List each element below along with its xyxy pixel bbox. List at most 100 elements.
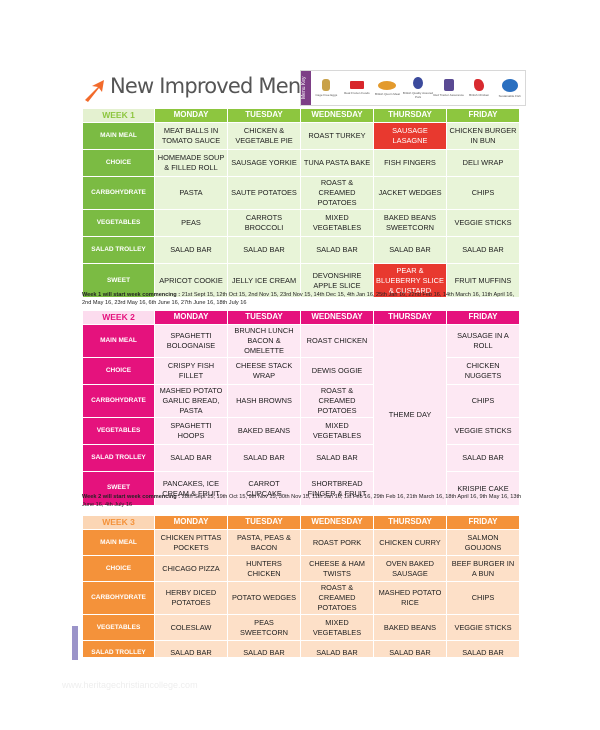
logo-cage-free-eggs: Cage Free Eggs — [311, 79, 342, 97]
day-monday: MONDAY — [154, 309, 228, 326]
menu-cell: CHIPS — [446, 384, 520, 419]
logo-sustainable-fish: Sustainable Fish — [494, 78, 525, 98]
menu-cell: DEWIS OGGIE — [300, 357, 374, 386]
week-1-header-row: WEEK 1 MONDAY TUESDAY WEDNESDAY THURSDAY… — [82, 107, 520, 124]
row-label: VEGETABLES — [82, 614, 155, 642]
menu-row-choice: CHOICE CHICAGO PIZZA HUNTERS CHICKEN CHEESE… — [82, 555, 520, 583]
menu-cell: BAKED BEANS — [373, 614, 447, 642]
row-label: SALAD TROLLEY — [82, 640, 155, 657]
real-frozen-foods-icon — [349, 81, 364, 89]
menu-cell: PEAS SWEETCORN — [227, 614, 301, 642]
row-label: CHOICE — [82, 357, 155, 386]
menu-cell: ROAST & CREAMED POTATOES — [300, 176, 374, 211]
menu-cell: SAUSAGE IN A ROLL — [446, 324, 520, 359]
week-2-note-label: Week 2 will start week commencing : — [82, 494, 181, 500]
menu-row-salad-trolley: SALAD TROLLEY SALAD BAR SALAD BAR SALAD BAR… — [82, 640, 520, 657]
menu-row-salad-trolley: SALAD TROLLEY SALAD BAR SALAD BAR SALAD BAR… — [82, 236, 520, 265]
menu-row-main-meal: MAIN MEAL MEAT BALLS IN TOMATO SAUCE CHICK… — [82, 122, 520, 151]
watermark: www.heritagechristiancollege.com — [62, 680, 198, 690]
logo-red-tractor: Red Tractor Assurance — [433, 79, 464, 97]
red-tractor-icon — [443, 79, 454, 91]
menu-cell: SAUSAGE YORKIE — [227, 149, 301, 178]
menu-cell: SALMON GOUJONS — [446, 529, 520, 557]
menu-cell: CHICKEN PITTAS POCKETS — [154, 529, 228, 557]
row-label: MAIN MEAL — [82, 122, 155, 151]
page-edge — [72, 626, 78, 660]
week-2-table: WEEK 2 MONDAY TUESDAY WEDNESDAY THURSDAY… — [82, 309, 520, 507]
row-label: VEGETABLES — [82, 417, 155, 446]
row-label: VEGETABLES — [82, 209, 155, 238]
menu-cell: PASTA — [154, 176, 228, 211]
menu-cell: SALAD BAR — [300, 236, 374, 265]
menu-cell: MASHED POTATO RICE — [373, 581, 447, 616]
menu-cell: SALAD BAR — [300, 640, 374, 657]
week-1-note: Week 1 will start week commencing : 21st… — [82, 292, 522, 308]
week-label: WEEK 3 — [82, 515, 155, 531]
day-wednesday: WEDNESDAY — [300, 107, 374, 124]
menu-cell: MASHED POTATO GARLIC BREAD, PASTA — [154, 384, 228, 419]
menu-cell: SALAD BAR — [373, 236, 447, 265]
menu-cell: ROAST TURKEY — [300, 122, 374, 151]
menu-cell: BAKED BEANS — [227, 417, 301, 446]
menu-cell-theme-day: THEME DAY — [373, 324, 447, 507]
cage-free-eggs-icon — [322, 79, 331, 91]
menu-cell: HERBY DICED POTATOES — [154, 581, 228, 616]
menu-cell: SALAD BAR — [154, 444, 228, 473]
week-3-table: WEEK 3 MONDAY TUESDAY WEDNESDAY THURSDAY… — [82, 515, 520, 657]
menu-cell: VEGGIE STICKS — [446, 614, 520, 642]
menu-cell: MIXED VEGETABLES — [300, 614, 374, 642]
menu-cell: SALAD BAR — [446, 236, 520, 265]
menu-header: New Improved Menus Menu Key Cage Free Eg… — [78, 68, 526, 108]
menu-cell: PEAS — [154, 209, 228, 238]
day-friday: FRIDAY — [446, 107, 520, 124]
row-label: CARBOHYDRATE — [82, 384, 155, 419]
menu-cell: SALAD BAR — [227, 640, 301, 657]
quality-pork-icon — [413, 77, 424, 89]
day-friday: FRIDAY — [446, 309, 520, 326]
menu-cell: SALAD BAR — [154, 236, 228, 265]
menu-cell: VEGGIE STICKS — [446, 209, 520, 238]
week-label: WEEK 1 — [82, 107, 155, 124]
menu-cell: SALAD BAR — [300, 444, 374, 473]
menu-cell: OVEN BAKED SAUSAGE — [373, 555, 447, 583]
week-1-note-label: Week 1 will start week commencing : — [82, 292, 181, 298]
menu-cell: SALAD BAR — [446, 444, 520, 473]
menu-cell: SPAGHETTI BOLOGNAISE — [154, 324, 228, 359]
row-label: MAIN MEAL — [82, 324, 155, 359]
menu-cell: HOMEMADE SOUP & FILLED ROLL — [154, 149, 228, 178]
menu-cell: MIXED VEGETABLES — [300, 417, 374, 446]
menu-row-main-meal: MAIN MEAL SPAGHETTI BOLOGNAISE BRUNCH LUNC… — [82, 324, 520, 507]
row-label: MAIN MEAL — [82, 529, 155, 557]
menu-cell: CHICKEN NUGGETS — [446, 357, 520, 386]
menu-cell: MEAT BALLS IN TOMATO SAUCE — [154, 122, 228, 151]
menu-cell: HUNTERS CHICKEN — [227, 555, 301, 583]
menu-row-vegetables: VEGETABLES PEAS CARROTS BROCCOLI MIXED VEGE… — [82, 209, 520, 238]
row-label: CARBOHYDRATE — [82, 581, 155, 616]
row-label: SALAD TROLLEY — [82, 444, 155, 473]
menu-cell: SALAD BAR — [446, 640, 520, 657]
quorn-icon — [378, 80, 397, 90]
menu-cell: DELI WRAP — [446, 149, 520, 178]
menu-row-choice: CHOICE CRISPY FISH FILLET CHEESE STACK WRA… — [82, 357, 520, 386]
menu-cell: ROAST CHICKEN — [300, 324, 374, 359]
menu-cell: HASH BROWNS — [227, 384, 301, 419]
menu-cell: CARROTS BROCCOLI — [227, 209, 301, 238]
day-tuesday: TUESDAY — [227, 309, 301, 326]
menu-cell: CHIPS — [446, 176, 520, 211]
menu-row-salad-trolley: SALAD TROLLEY SALAD BAR SALAD BAR SALAD BAR… — [82, 444, 520, 473]
menu-cell: CHIPS — [446, 581, 520, 616]
menu-cell: ROAST & CREAMED POTATOES — [300, 384, 374, 419]
menu-cell: COLESLAW — [154, 614, 228, 642]
arrow-icon — [85, 80, 104, 102]
menu-cell: VEGGIE STICKS — [446, 417, 520, 446]
logo-key: Menu Key Cage Free Eggs Real Frozen Food… — [300, 70, 526, 106]
menu-cell: BRUNCH LUNCH BACON & OMELETTE — [227, 324, 301, 359]
menu-row-choice: CHOICE HOMEMADE SOUP & FILLED ROLL SAUSAGE… — [82, 149, 520, 178]
menu-cell: CRISPY FISH FILLET — [154, 357, 228, 386]
menu-cell: TUNA PASTA BAKE — [300, 149, 374, 178]
menu-row-vegetables: VEGETABLES SPAGHETTI HOOPS BAKED BEANS MIXE… — [82, 417, 520, 446]
menu-cell: CHICAGO PIZZA — [154, 555, 228, 583]
menu-cell: ROAST PORK — [300, 529, 374, 557]
menu-cell: CHICKEN CURRY — [373, 529, 447, 557]
menu-cell: MIXED VEGETABLES — [300, 209, 374, 238]
